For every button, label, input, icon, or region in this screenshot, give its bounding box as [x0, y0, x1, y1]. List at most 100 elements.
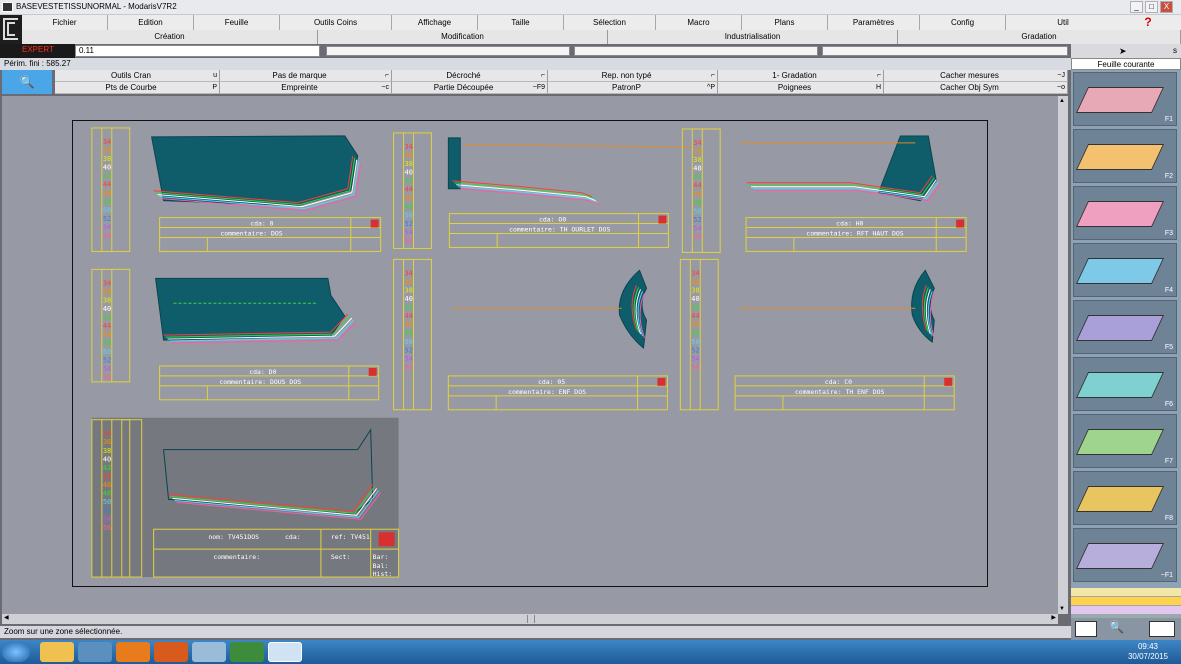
function-key-f2[interactable]: F2 — [1073, 129, 1177, 183]
size-column: 343638404244464850525456 — [91, 127, 131, 252]
size-label: 56 — [405, 364, 413, 372]
piece-cda: cda: O0 — [539, 216, 566, 224]
function-key-f6[interactable]: F6 — [1073, 357, 1177, 411]
menu-macro[interactable]: Macro — [656, 15, 742, 30]
menu-sélection[interactable]: Sélection — [564, 15, 656, 30]
scroll-right-icon[interactable]: ▶ — [1051, 614, 1056, 621]
maximize-button[interactable]: □ — [1145, 1, 1158, 13]
tool-outils-cran[interactable]: Outils Cran u — [55, 70, 220, 82]
size-label: 42 — [405, 304, 413, 312]
zoom-icon[interactable]: 🔍 — [1109, 620, 1124, 634]
tool-pas-de-marque[interactable]: Pas de marque ⌐ — [220, 70, 392, 82]
close-button[interactable]: X — [1160, 1, 1173, 13]
tool-partie-d-coup-e[interactable]: Partie Découpée ~F9 — [392, 82, 548, 94]
empty-field-1[interactable] — [326, 46, 570, 56]
function-key-f3[interactable]: F3 — [1073, 186, 1177, 240]
function-key-label: ~F1 — [1160, 572, 1173, 579]
tool-poignees[interactable]: Poignees H — [718, 82, 884, 94]
function-icon — [1075, 486, 1165, 512]
size-label: 46 — [103, 189, 111, 197]
vertical-scrollbar[interactable]: ▲ ▼ — [1058, 96, 1068, 614]
menu-outils-coins[interactable]: Outils Coins — [280, 15, 392, 30]
tool-d-croch-[interactable]: Décroché ⌐ — [392, 70, 548, 82]
size-label: 46 — [691, 321, 699, 329]
function-key-f1[interactable]: F1 — [1073, 72, 1177, 126]
tool-empreinte[interactable]: Empreinte ~c — [220, 82, 392, 94]
cursor-selector[interactable]: ➤ s — [1071, 44, 1181, 58]
scroll-up-icon[interactable]: ▲ — [1059, 98, 1065, 104]
scroll-left-icon[interactable]: ◀ — [4, 614, 9, 621]
function-key-label: F4 — [1164, 287, 1173, 294]
vlc-icon[interactable] — [116, 642, 150, 662]
size-label: 52 — [691, 346, 699, 354]
tool-cacher-mesures[interactable]: Cacher mesures ~J — [884, 70, 1068, 82]
tool-rep-non-typ-[interactable]: Rep. non typé ⌐ — [548, 70, 718, 82]
function-key-f5[interactable]: F5 — [1073, 300, 1177, 354]
empty-field-3[interactable] — [822, 46, 1068, 56]
horizontal-scrollbar[interactable]: ◀ ▶ — [2, 614, 1058, 624]
menu-taille[interactable]: Taille — [478, 15, 564, 30]
drawing-canvas[interactable]: 343638404244464850525456cda: 0commentair… — [72, 120, 988, 587]
size-label: 38 — [405, 286, 413, 294]
feuille-courante-button[interactable]: Feuille courante — [1071, 58, 1181, 70]
app-icon-2[interactable] — [230, 642, 264, 662]
pattern-piece[interactable] — [618, 269, 648, 349]
tool-label: PatronP — [612, 83, 641, 92]
tool-patronp[interactable]: PatronP ^P — [548, 82, 718, 94]
modaris-task-icon[interactable] — [268, 642, 302, 662]
size-label: 56 — [693, 233, 701, 241]
tool-shortcut: ⌐ — [384, 72, 389, 79]
mode-gradation[interactable]: Gradation — [898, 30, 1181, 44]
paint-icon[interactable] — [192, 642, 226, 662]
size-label: 50 — [691, 338, 699, 346]
help-icon[interactable]: ? — [1115, 15, 1181, 30]
size-label: 52 — [103, 356, 111, 364]
explorer-icon[interactable] — [40, 642, 74, 662]
function-key-alt-f1[interactable]: ~F1 — [1073, 528, 1177, 582]
piece-comment: commentaire: DOUS DOS — [219, 378, 301, 386]
tool-pts-de-courbe[interactable]: Pts de Courbe P — [55, 82, 220, 94]
menu-feuille[interactable]: Feuille — [194, 15, 280, 30]
tool-shortcut: H — [875, 84, 881, 91]
empty-field-2[interactable] — [574, 46, 818, 56]
size-label: 42 — [691, 304, 699, 312]
zoom-search-button[interactable]: 🔍 — [2, 70, 52, 94]
scroll-thumb[interactable] — [527, 615, 535, 623]
value-input[interactable]: 0.11 — [75, 45, 320, 57]
media-icon[interactable] — [78, 642, 112, 662]
tool-1-gradation[interactable]: 1- Gradation ⌐ — [718, 70, 884, 82]
menu-edition[interactable]: Edition — [108, 15, 194, 30]
size-label: 56 — [405, 237, 413, 245]
mode-industrialisation[interactable]: Industrialisation — [608, 30, 898, 44]
fit-view-button[interactable] — [1075, 621, 1097, 637]
menu-fichier[interactable]: Fichier — [22, 15, 108, 30]
menu-config[interactable]: Config — [920, 15, 1006, 30]
size-label: 42 — [405, 177, 413, 185]
function-icon — [1075, 372, 1165, 398]
menu-plans[interactable]: Plans — [742, 15, 828, 30]
clock: 09:43 30/07/2015 — [1123, 642, 1173, 662]
size-label: 54 — [103, 515, 111, 523]
mode-modification[interactable]: Modification — [318, 30, 608, 44]
mode-création[interactable]: Création — [22, 30, 318, 44]
size-label: 50 — [103, 348, 111, 356]
function-key-f8[interactable]: F8 — [1073, 471, 1177, 525]
function-key-f7[interactable]: F7 — [1073, 414, 1177, 468]
size-label: 40 — [691, 295, 699, 303]
menu-paramètres[interactable]: Paramètres — [828, 15, 920, 30]
size-label: 38 — [693, 156, 701, 164]
tool-label: Rep. non typé — [601, 71, 652, 80]
size-label: 44 — [691, 312, 699, 320]
tool-cacher-obj-sym[interactable]: Cacher Obj Sym ~o — [884, 82, 1068, 94]
scroll-down-icon[interactable]: ▼ — [1059, 606, 1065, 612]
size-label: 34 — [405, 269, 413, 277]
menu-util[interactable]: Util — [1006, 15, 1121, 30]
pattern-piece[interactable] — [155, 277, 346, 341]
size-label: 42 — [693, 173, 701, 181]
firefox-icon[interactable] — [154, 642, 188, 662]
minimize-button[interactable]: _ — [1130, 1, 1143, 13]
start-button[interactable] — [2, 642, 30, 662]
function-key-f4[interactable]: F4 — [1073, 243, 1177, 297]
menu-affichage[interactable]: Affichage — [392, 15, 478, 30]
full-view-button[interactable] — [1149, 621, 1175, 637]
